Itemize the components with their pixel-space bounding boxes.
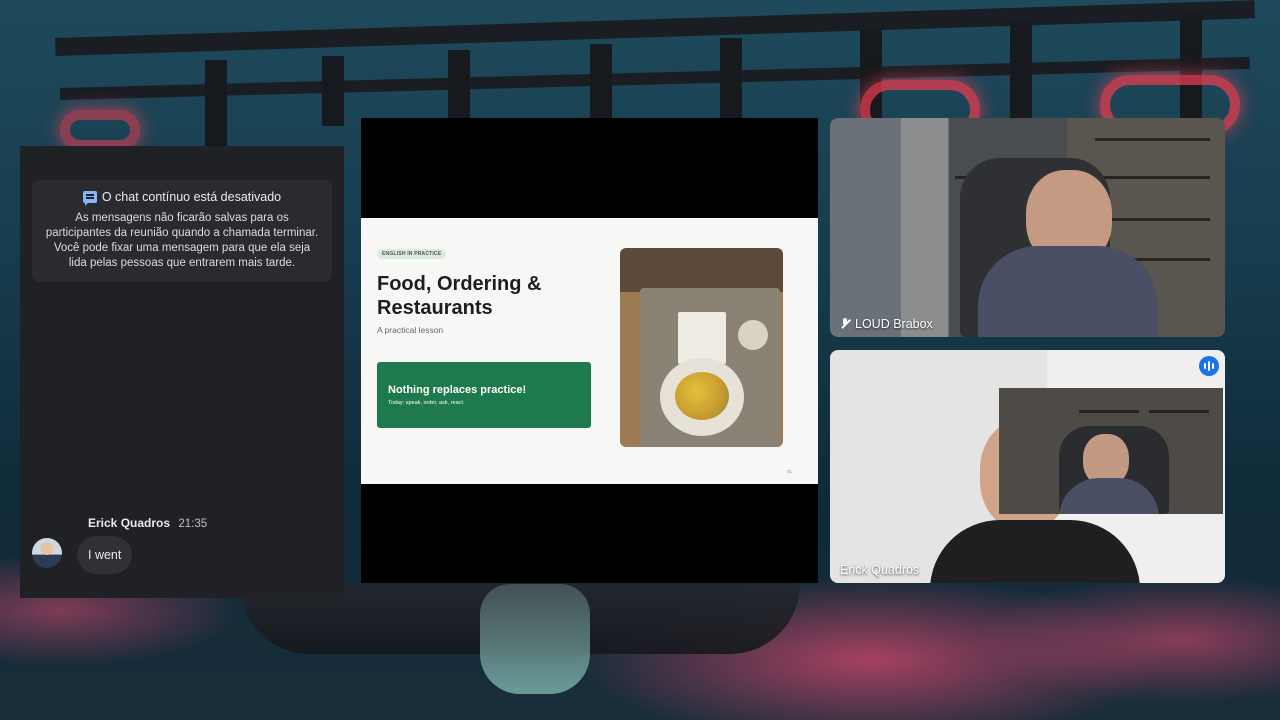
fence-post <box>590 44 612 120</box>
self-view-overlay <box>999 388 1223 514</box>
fence-rail <box>55 0 1255 56</box>
message-bubble[interactable]: I went <box>77 536 133 574</box>
slide: ENGLISH IN PRACTICE Food, Ordering & Res… <box>361 218 818 484</box>
chat-notice: O chat contínuo está desativado As mensa… <box>32 180 332 282</box>
fence-post <box>322 56 344 126</box>
slide-subtitle: A practical lesson <box>377 325 444 335</box>
slide-photo <box>620 248 783 447</box>
chat-notice-title-text: O chat contínuo está desativado <box>101 190 282 204</box>
message-sender: Erick Quadros <box>88 516 171 530</box>
slide-page-number: 01 <box>786 469 792 474</box>
figure-legs <box>480 584 590 694</box>
slide-cta-box: Nothing replaces practice! Today: speak,… <box>377 362 591 428</box>
shelf <box>1095 138 1210 141</box>
participant-name: LOUD Brabox <box>840 317 933 331</box>
neon-sign <box>60 110 140 150</box>
shelf <box>1079 410 1139 413</box>
chat-notice-title: O chat contínuo está desativado <box>44 190 320 206</box>
chat-icon <box>82 191 97 206</box>
fence-post <box>1010 22 1032 120</box>
slide-tag: ENGLISH IN PRACTICE <box>377 249 447 259</box>
fence-post <box>448 50 470 120</box>
shelf <box>1095 176 1210 179</box>
shelf <box>1149 410 1209 413</box>
fence-post <box>720 38 742 120</box>
photo-menu <box>678 312 726 364</box>
slide-title: Food, Ordering & Restaurants <box>377 273 542 319</box>
participant-tile-loud-brabox[interactable]: LOUD Brabox <box>830 118 1225 337</box>
mic-off-icon <box>840 318 850 330</box>
photo-food <box>675 372 729 420</box>
chat-notice-body: As mensagens não ficarão salvas para os … <box>45 212 319 269</box>
participant-tile-erick-quadros[interactable]: Erick Quadros <box>830 350 1225 583</box>
speaking-icon <box>1199 356 1219 376</box>
avatar <box>32 538 62 568</box>
participant-hoodie <box>978 246 1158 337</box>
message-time: 21:35 <box>178 518 208 530</box>
chat-panel: O chat contínuo está desativado As mensa… <box>20 146 344 598</box>
fence-rail <box>60 56 1250 100</box>
participant-name-text: LOUD Brabox <box>855 317 933 331</box>
shelf <box>1095 218 1210 221</box>
message-header: Erick Quadros 21:35 <box>88 516 207 530</box>
slide-cta-title: Nothing replaces practice! <box>388 384 527 396</box>
fence-post <box>205 60 227 150</box>
slide-cta-subtitle: Today: speak, order, ask, react. <box>388 400 465 406</box>
presentation-area: ENGLISH IN PRACTICE Food, Ordering & Res… <box>361 118 818 583</box>
participant-name: Erick Quadros <box>840 563 919 577</box>
participant-shirt <box>930 520 1140 583</box>
participant-name-text: Erick Quadros <box>840 563 920 577</box>
photo-glass <box>738 320 768 350</box>
